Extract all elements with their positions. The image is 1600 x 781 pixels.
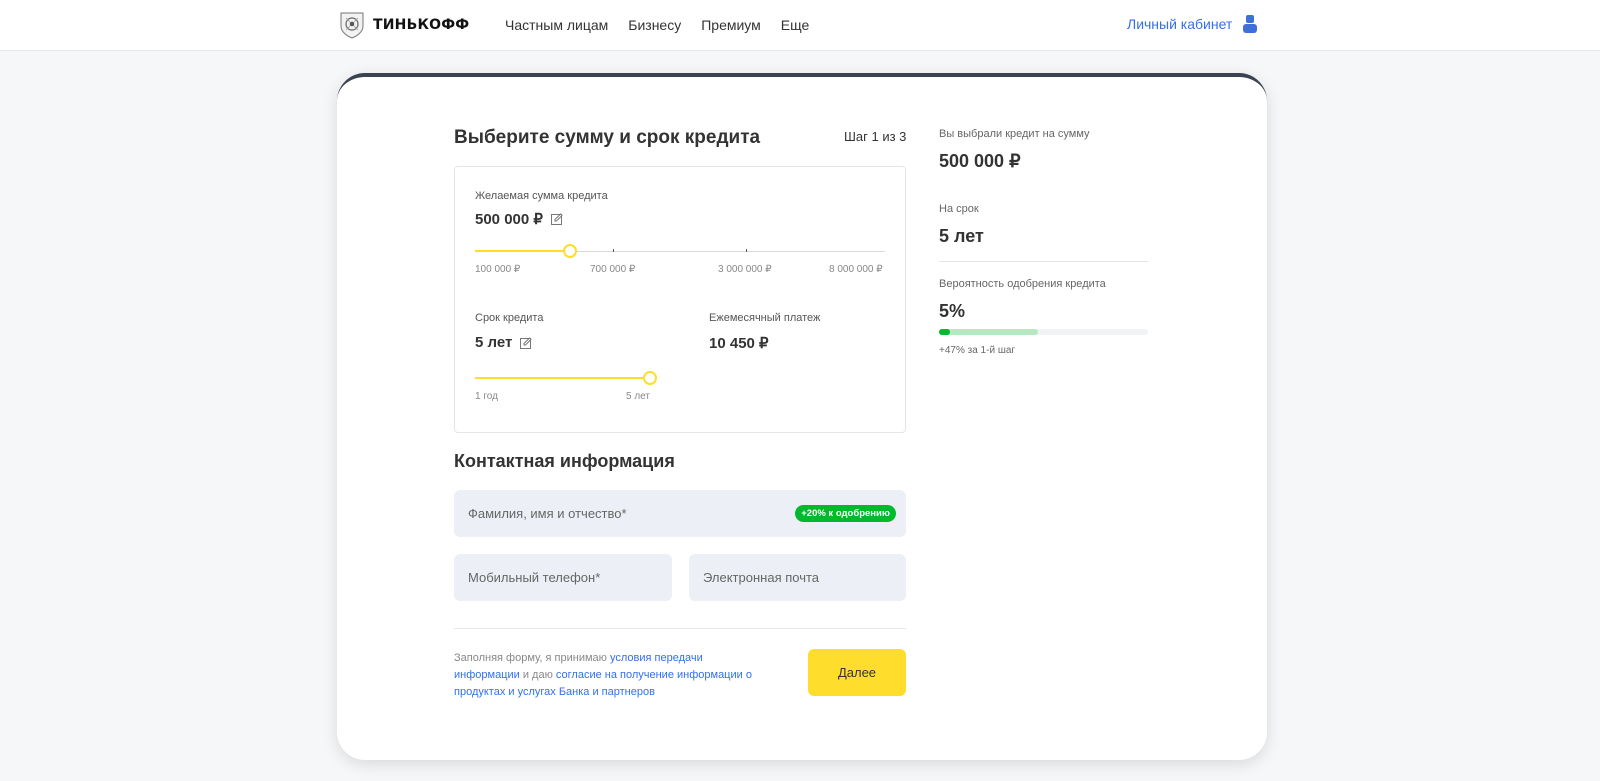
amount-tick-label: 8 000 000 ₽ [829, 264, 883, 275]
amount-value: 500 000 ₽ [475, 211, 543, 228]
form-title: Выберите сумму и срок кредита [454, 127, 761, 148]
term-slider-fill[interactable] [475, 377, 650, 379]
consent-text-part: и даю [519, 669, 556, 681]
slider-tick [613, 249, 614, 252]
email-placeholder: Электронная почта [703, 570, 820, 585]
consent-text: Заполняя форму, я принимаю условия перед… [454, 650, 754, 701]
term-tick-label: 5 лет [626, 391, 650, 402]
probability-bar-potential [939, 329, 1038, 335]
probability-note: +47% за 1-й шаг [939, 345, 1016, 356]
contact-section-title: Контактная информация [454, 451, 675, 471]
edit-icon[interactable] [550, 213, 563, 225]
phone-input[interactable]: Мобильный телефон* [454, 554, 672, 601]
brand-name: ТИНЬКОФФ [373, 17, 470, 33]
bank-emblem-icon [340, 12, 364, 39]
term-value: 5 лет [475, 334, 513, 351]
summary-amount-value: 500 000 ₽ [939, 151, 1021, 171]
payment-value: 10 450 ₽ [709, 335, 769, 352]
phone-placeholder: Мобильный телефон* [468, 570, 601, 585]
approval-bonus-badge: +20% к одобрению [795, 505, 896, 522]
term-value-editor[interactable]: 5 лет [475, 334, 533, 351]
step-indicator: Шаг 1 из 3 [844, 129, 907, 144]
summary-term-value: 5 лет [939, 226, 984, 246]
probability-label: Вероятность одобрения кредита [939, 278, 1106, 290]
probability-value: 5% [939, 301, 966, 321]
amount-tick-label: 100 000 ₽ [475, 264, 521, 275]
account-link[interactable]: Личный кабинет [1127, 15, 1258, 33]
amount-slider-handle[interactable] [563, 244, 577, 258]
form-divider [454, 628, 906, 629]
term-slider-handle[interactable] [643, 371, 657, 385]
amount-slider-fill [475, 250, 570, 252]
nav-item-business[interactable]: Бизнесу [628, 17, 681, 33]
amount-tick-label: 700 000 ₽ [590, 264, 636, 275]
payment-label: Ежемесячный платеж [709, 312, 821, 324]
next-button[interactable]: Далее [808, 649, 906, 696]
summary-term-label: На срок [939, 203, 979, 215]
credit-calculator: Желаемая сумма кредита 500 000 ₽ 100 000… [454, 166, 906, 433]
tinkoff-logo[interactable]: ТИНЬКОФФ [337, 11, 469, 39]
amount-value-editor[interactable]: 500 000 ₽ [475, 210, 563, 228]
top-navigation-bar: ТИНЬКОФФ Частным лицам Бизнесу Премиум Е… [0, 0, 1600, 51]
probability-bar-fill [939, 329, 950, 335]
main-nav: Частным лицам Бизнесу Премиум Еще [505, 17, 809, 33]
account-label: Личный кабинет [1127, 16, 1233, 32]
amount-tick-label: 3 000 000 ₽ [718, 264, 772, 275]
consent-text-part: Заполняя форму, я принимаю [454, 652, 610, 664]
summary-amount-label: Вы выбрали кредит на сумму [939, 128, 1090, 140]
term-tick-label: 1 год [475, 391, 498, 402]
edit-icon[interactable] [520, 336, 533, 349]
nav-item-private[interactable]: Частным лицам [505, 17, 608, 33]
summary-divider [939, 261, 1148, 262]
nav-item-premium[interactable]: Премиум [701, 17, 761, 33]
email-input[interactable]: Электронная почта [689, 554, 906, 601]
fio-placeholder: Фамилия, имя и отчество* [468, 506, 627, 521]
slider-tick [746, 249, 747, 252]
nav-item-more[interactable]: Еще [781, 17, 810, 33]
term-label: Срок кредита [475, 312, 544, 324]
user-icon [1243, 15, 1258, 33]
fio-input[interactable]: Фамилия, имя и отчество* +20% к одобрени… [454, 490, 906, 537]
amount-label: Желаемая сумма кредита [475, 190, 608, 202]
